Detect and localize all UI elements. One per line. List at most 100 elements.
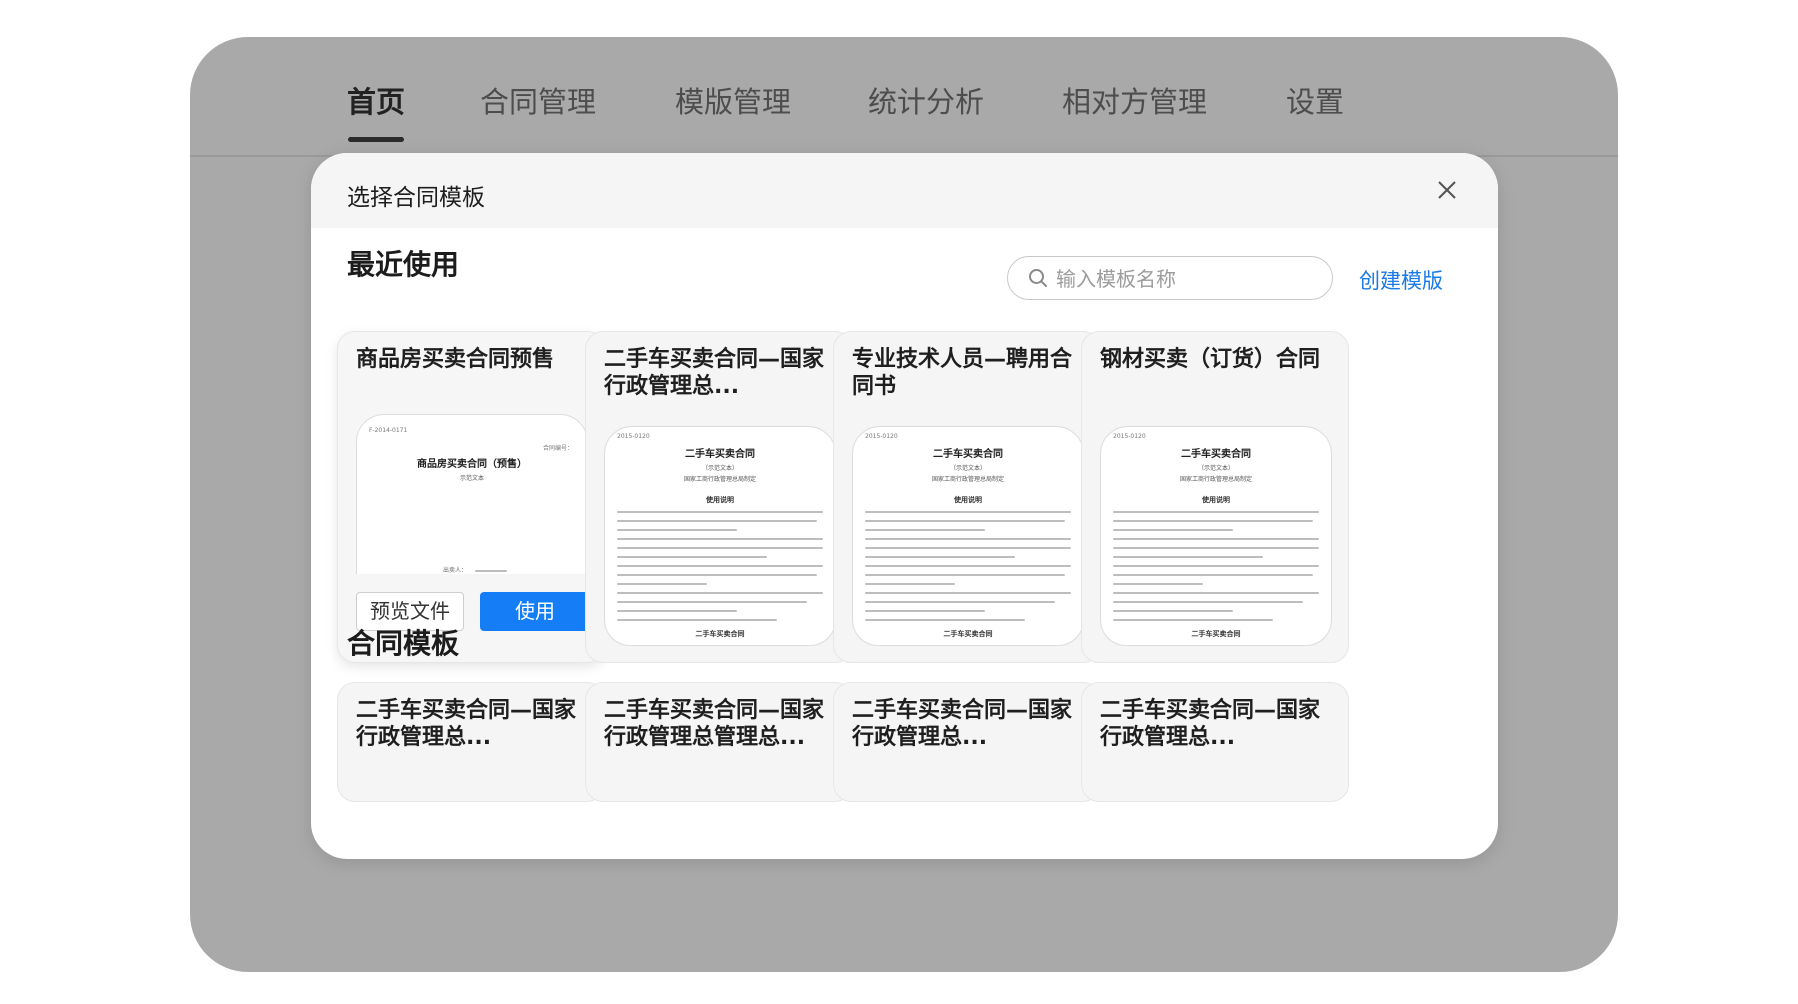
doc-text-line bbox=[1113, 538, 1319, 540]
doc-text-line bbox=[1113, 511, 1319, 513]
tab-statistics[interactable]: 统计分析 bbox=[868, 79, 984, 121]
doc-text-line bbox=[865, 556, 1015, 558]
doc-text-line bbox=[617, 538, 823, 540]
doc-subtitle: （示范文本） bbox=[949, 465, 986, 472]
doc-title: 二手车买卖合同 bbox=[1181, 449, 1251, 460]
doc-text-line bbox=[617, 565, 823, 567]
doc-text-line bbox=[1113, 565, 1319, 567]
doc-text-line bbox=[865, 619, 1025, 621]
doc-title: 二手车买卖合同 bbox=[933, 449, 1003, 460]
doc-text-line bbox=[1113, 547, 1319, 549]
doc-sign-label: 出卖人： bbox=[443, 567, 468, 574]
doc-text-line bbox=[617, 529, 737, 531]
doc-text-line bbox=[865, 601, 1055, 603]
templates-section-title: 合同模板 bbox=[347, 627, 460, 660]
recent-template-card[interactable]: 商品房买卖合同预售 F-2014-0171 合同编号： 商品房买卖合同（预售） … bbox=[337, 331, 605, 663]
doc-footer: 二手车买卖合同 bbox=[943, 630, 993, 638]
search-box[interactable] bbox=[1007, 256, 1333, 300]
doc-text-line bbox=[617, 601, 807, 603]
card-title: 二手车买卖合同—国家行政管理总... bbox=[852, 698, 1073, 750]
doc-text-line bbox=[1113, 529, 1233, 531]
document-thumbnail: 2015-0120 二手车买卖合同 （示范文本） 国家工商行政管理总局制定 使用… bbox=[1100, 426, 1332, 646]
recent-template-card[interactable]: 钢材买卖（订货）合同 2015-0120 二手车买卖合同 （示范文本） 国家工商… bbox=[1081, 331, 1349, 663]
doc-title: 商品房买卖合同（预售） bbox=[417, 459, 527, 470]
doc-text-line bbox=[1113, 610, 1233, 612]
doc-title: 二手车买卖合同 bbox=[685, 449, 755, 460]
recent-template-card[interactable]: 专业技术人员—聘用合同书 2015-0120 二手车买卖合同 （示范文本） 国家… bbox=[833, 331, 1101, 663]
doc-text-line bbox=[617, 610, 737, 612]
doc-sign-line bbox=[475, 570, 507, 572]
search-icon bbox=[1029, 269, 1047, 287]
doc-text-line bbox=[865, 511, 1071, 513]
top-nav: 首页 合同管理 模版管理 统计分析 相对方管理 设置 bbox=[190, 37, 1618, 157]
doc-text-line bbox=[865, 592, 1071, 594]
card-title: 商品房买卖合同预售 bbox=[356, 347, 555, 372]
doc-text-line bbox=[865, 610, 985, 612]
recent-section-title: 最近使用 bbox=[347, 248, 460, 281]
recent-template-card[interactable]: 二手车买卖合同—国家行政管理总... 2015-0120 二手车买卖合同 （示范… bbox=[585, 331, 853, 663]
doc-text-line bbox=[617, 547, 823, 549]
select-template-modal: 选择合同模板 最近使用 创建模版 商品房买卖合同预售 F-2014-0171 合… bbox=[311, 153, 1498, 859]
doc-text-line bbox=[865, 529, 985, 531]
card-title: 二手车买卖合同—国家行政管理总管理总... bbox=[604, 698, 825, 750]
doc-text-line bbox=[865, 574, 1065, 576]
doc-heading: 使用说明 bbox=[706, 496, 734, 504]
doc-subtitle: 国家工商行政管理总局制定 bbox=[1179, 476, 1252, 483]
card-title: 专业技术人员—聘用合同书 bbox=[852, 347, 1073, 399]
doc-footer: 二手车买卖合同 bbox=[695, 630, 745, 638]
close-button[interactable] bbox=[1430, 173, 1464, 207]
doc-text-line bbox=[865, 565, 1071, 567]
card-title: 二手车买卖合同—国家行政管理总... bbox=[1100, 698, 1321, 750]
doc-text-line bbox=[865, 547, 1071, 549]
doc-text-line bbox=[865, 583, 955, 585]
tab-home[interactable]: 首页 bbox=[347, 79, 405, 121]
tab-template-management[interactable]: 模版管理 bbox=[675, 79, 791, 121]
doc-code: 2015-0120 bbox=[1113, 433, 1146, 440]
tab-contract-management[interactable]: 合同管理 bbox=[480, 79, 596, 121]
doc-text-line bbox=[1113, 601, 1303, 603]
doc-text-line bbox=[1113, 592, 1319, 594]
doc-text-line bbox=[617, 583, 707, 585]
close-icon bbox=[1438, 181, 1456, 199]
doc-text-line bbox=[1113, 583, 1203, 585]
doc-subtitle: （示范文本） bbox=[701, 465, 738, 472]
doc-text-line bbox=[617, 574, 817, 576]
document-thumbnail: 2015-0120 二手车买卖合同 （示范文本） 国家工商行政管理总局制定 使用… bbox=[604, 426, 836, 646]
card-title: 钢材买卖（订货）合同 bbox=[1100, 347, 1321, 372]
doc-subtitle: 示范文本 bbox=[459, 475, 484, 482]
doc-text-line bbox=[1113, 520, 1313, 522]
doc-subtitle: 国家工商行政管理总局制定 bbox=[931, 476, 1004, 483]
template-card[interactable]: 二手车买卖合同—国家行政管理总... bbox=[1081, 682, 1349, 802]
doc-footer: 二手车买卖合同 bbox=[1191, 630, 1241, 638]
doc-text-line bbox=[617, 556, 767, 558]
create-template-link[interactable]: 创建模版 bbox=[1359, 265, 1443, 295]
modal-header: 选择合同模板 bbox=[311, 153, 1498, 228]
doc-code: 2015-0120 bbox=[617, 433, 650, 440]
template-card[interactable]: 二手车买卖合同—国家行政管理总... bbox=[833, 682, 1101, 802]
active-tab-indicator bbox=[348, 137, 404, 142]
search-input[interactable] bbox=[1054, 261, 1328, 297]
doc-text-line bbox=[1113, 619, 1273, 621]
doc-text-line bbox=[617, 511, 823, 513]
doc-code: F-2014-0171 bbox=[369, 427, 408, 434]
modal-title: 选择合同模板 bbox=[347, 185, 485, 211]
doc-heading: 使用说明 bbox=[954, 496, 982, 504]
document-thumbnail: 2015-0120 二手车买卖合同 （示范文本） 国家工商行政管理总局制定 使用… bbox=[852, 426, 1084, 646]
card-title: 二手车买卖合同—国家行政管理总... bbox=[356, 698, 577, 750]
doc-text-line bbox=[865, 520, 1065, 522]
doc-subtitle: 国家工商行政管理总局制定 bbox=[683, 476, 756, 483]
doc-subtitle: （示范文本） bbox=[1197, 465, 1234, 472]
tab-counterparty-management[interactable]: 相对方管理 bbox=[1062, 79, 1207, 121]
doc-heading: 使用说明 bbox=[1202, 496, 1230, 504]
doc-text-line bbox=[617, 592, 823, 594]
tab-settings[interactable]: 设置 bbox=[1286, 79, 1344, 121]
doc-text-line bbox=[1113, 556, 1263, 558]
template-card[interactable]: 二手车买卖合同—国家行政管理总管理总... bbox=[585, 682, 853, 802]
doc-text-line bbox=[617, 520, 817, 522]
doc-text-line bbox=[617, 619, 777, 621]
card-title: 二手车买卖合同—国家行政管理总... bbox=[604, 347, 825, 399]
use-template-button[interactable]: 使用 bbox=[480, 592, 590, 631]
doc-text-line bbox=[865, 538, 1071, 540]
template-card[interactable]: 二手车买卖合同—国家行政管理总... bbox=[337, 682, 605, 802]
doc-code: 2015-0120 bbox=[865, 433, 898, 440]
